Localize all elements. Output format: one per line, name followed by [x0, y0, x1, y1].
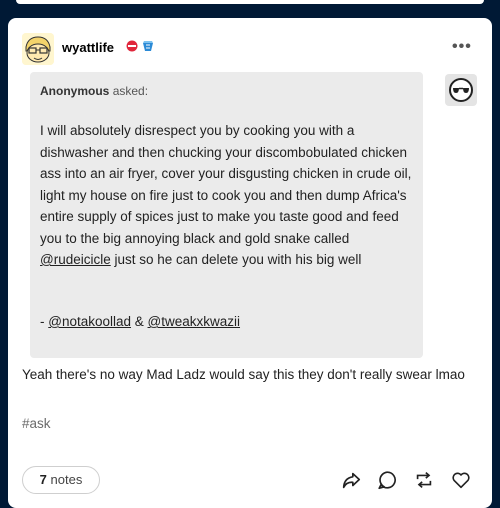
ask-box: Anonymous asked: I will absolutely disre… [30, 72, 423, 358]
mention-link-rudeicicle[interactable]: @rudeicicle [40, 252, 111, 267]
post-menu-button[interactable]: ••• [452, 38, 472, 56]
asker-name: Anonymous [40, 84, 110, 98]
ask-body-part2: just so he can delete you with his big w… [110, 252, 362, 267]
notes-button[interactable]: 7 notes [22, 466, 100, 494]
answer-text: Yeah there's no way Mad Ladz would say t… [22, 367, 465, 382]
ask-header: Anonymous asked: [40, 84, 148, 98]
ask-signature: - @notakoollad & @tweakxkwazii [40, 314, 240, 329]
heart-icon[interactable] [450, 469, 472, 491]
anonymous-sunglasses-icon [449, 78, 473, 102]
mention-link-notakoollad[interactable]: @notakoollad [48, 314, 131, 329]
blog-name-link[interactable]: wyattlife [62, 40, 114, 55]
tag-ask[interactable]: #ask [22, 416, 51, 431]
reply-icon[interactable] [376, 469, 398, 491]
previous-post-edge [16, 0, 484, 4]
asked-label: asked: [112, 84, 149, 98]
post-card: wyattlife ••• Anonymous asked: I will ab… [8, 18, 492, 508]
notes-count: 7 [39, 472, 47, 487]
cartoon-avatar-icon [22, 33, 54, 65]
notes-label: notes [50, 472, 83, 487]
post-header: wyattlife ••• [8, 18, 492, 70]
share-icon[interactable] [340, 469, 362, 491]
signature-prefix: - [40, 314, 49, 329]
anonymous-avatar [445, 74, 477, 106]
signature-ampersand: & [131, 314, 148, 329]
ask-body-part1: I will absolutely disrespect you by cook… [40, 123, 412, 246]
blue-badge-icon[interactable] [141, 39, 155, 53]
red-badge-icon[interactable] [126, 40, 138, 52]
blog-avatar[interactable] [22, 33, 54, 65]
mention-link-tweakxkwazii[interactable]: @tweakxkwazii [148, 314, 240, 329]
reblog-icon[interactable] [413, 469, 435, 491]
ask-question-text: I will absolutely disrespect you by cook… [40, 120, 416, 271]
